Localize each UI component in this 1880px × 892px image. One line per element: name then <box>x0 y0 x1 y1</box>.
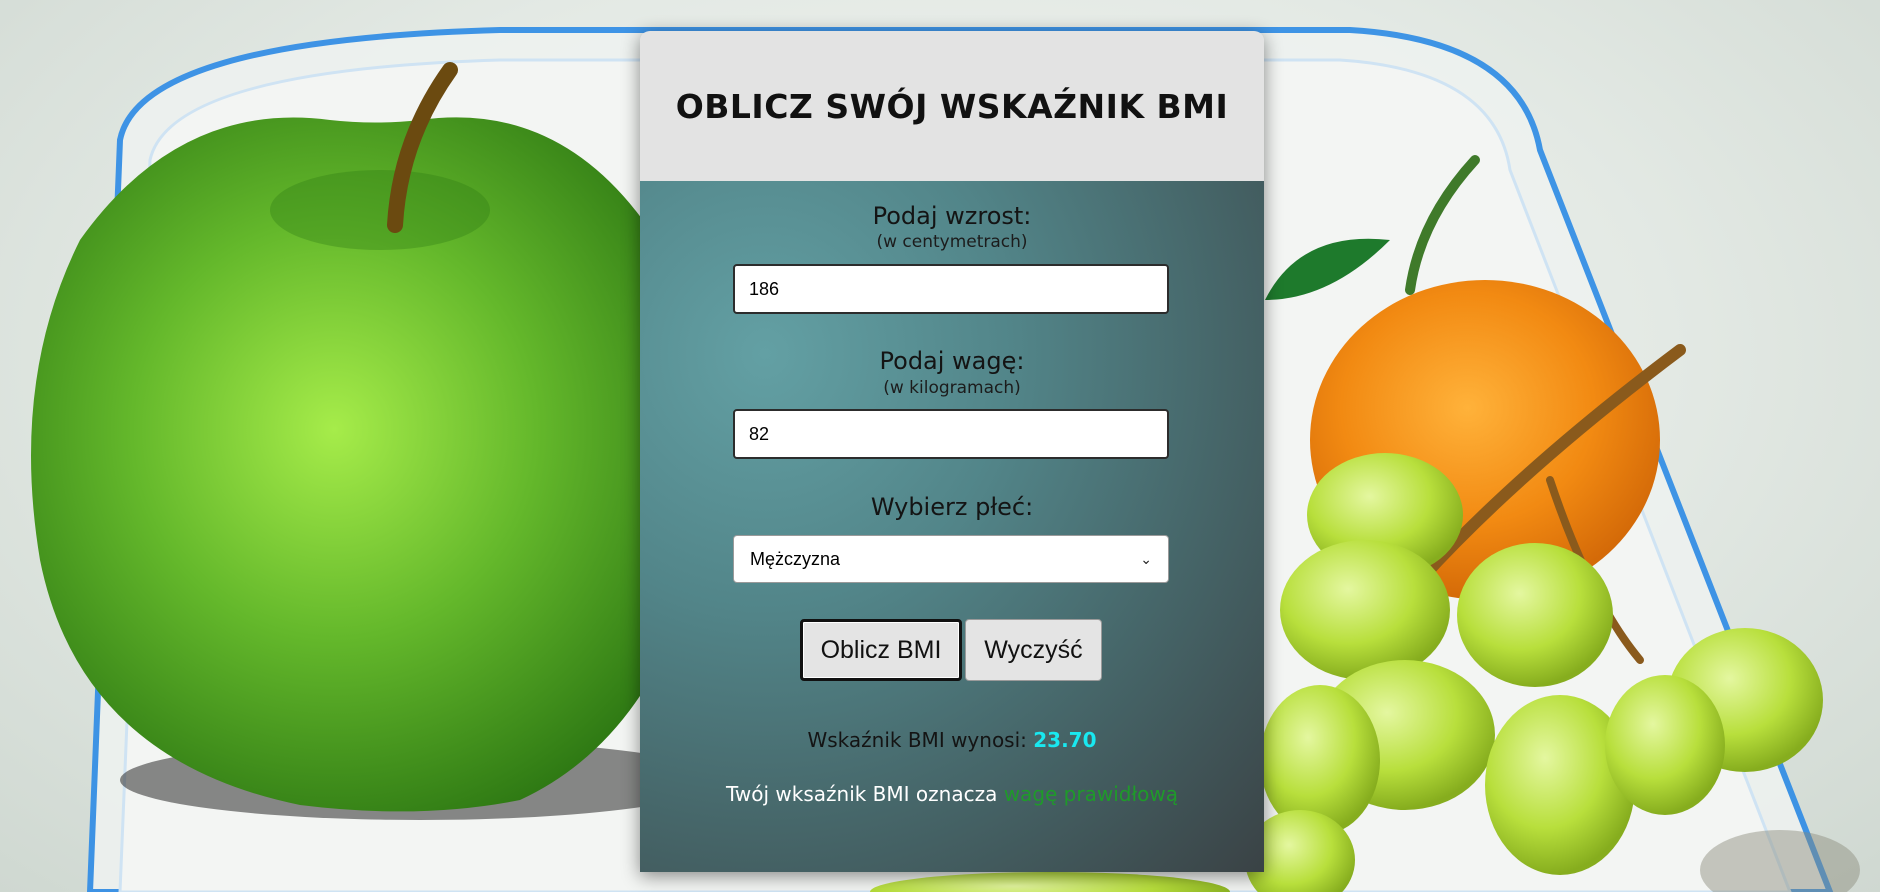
clear-button[interactable]: Wyczyść <box>965 619 1102 681</box>
chevron-down-icon: ⌄ <box>1140 550 1152 567</box>
weight-unit-hint: (w kilogramach) <box>883 378 1021 398</box>
sex-label: Wybierz płeć: <box>870 493 1034 521</box>
height-input[interactable] <box>733 264 1169 314</box>
bmi-result: Wskaźnik BMI wynosi: 23.70 <box>640 728 1264 752</box>
bmi-form: Podaj wzrost: (w centymetrach) Podaj wag… <box>640 181 1264 872</box>
weight-input[interactable] <box>733 409 1169 459</box>
bmi-meaning-prefix: Twój wksaźnik BMI oznacza <box>725 782 998 806</box>
bmi-meaning-value: wagę prawidłową <box>1003 782 1178 806</box>
sex-select[interactable]: Mężczyzna ⌄ <box>733 535 1169 583</box>
bmi-calculator-card: OBLICZ SWÓJ WSKAŹNIK BMI Podaj wzrost: (… <box>640 31 1264 872</box>
bmi-meaning: Twój wksaźnik BMI oznacza wagę prawidłow… <box>640 782 1264 806</box>
card-header: OBLICZ SWÓJ WSKAŹNIK BMI <box>640 31 1264 181</box>
height-unit-hint: (w centymetrach) <box>876 232 1028 252</box>
height-label: Podaj wzrost: <box>872 202 1032 230</box>
weight-label: Podaj wagę: <box>879 347 1025 375</box>
bmi-result-prefix: Wskaźnik BMI wynosi: <box>807 728 1027 752</box>
page-title: OBLICZ SWÓJ WSKAŹNIK BMI <box>675 86 1229 126</box>
calculate-bmi-button[interactable]: Oblicz BMI <box>800 619 962 681</box>
sex-select-value: Mężczyzna <box>750 548 841 569</box>
bmi-result-value: 23.70 <box>1033 728 1097 752</box>
